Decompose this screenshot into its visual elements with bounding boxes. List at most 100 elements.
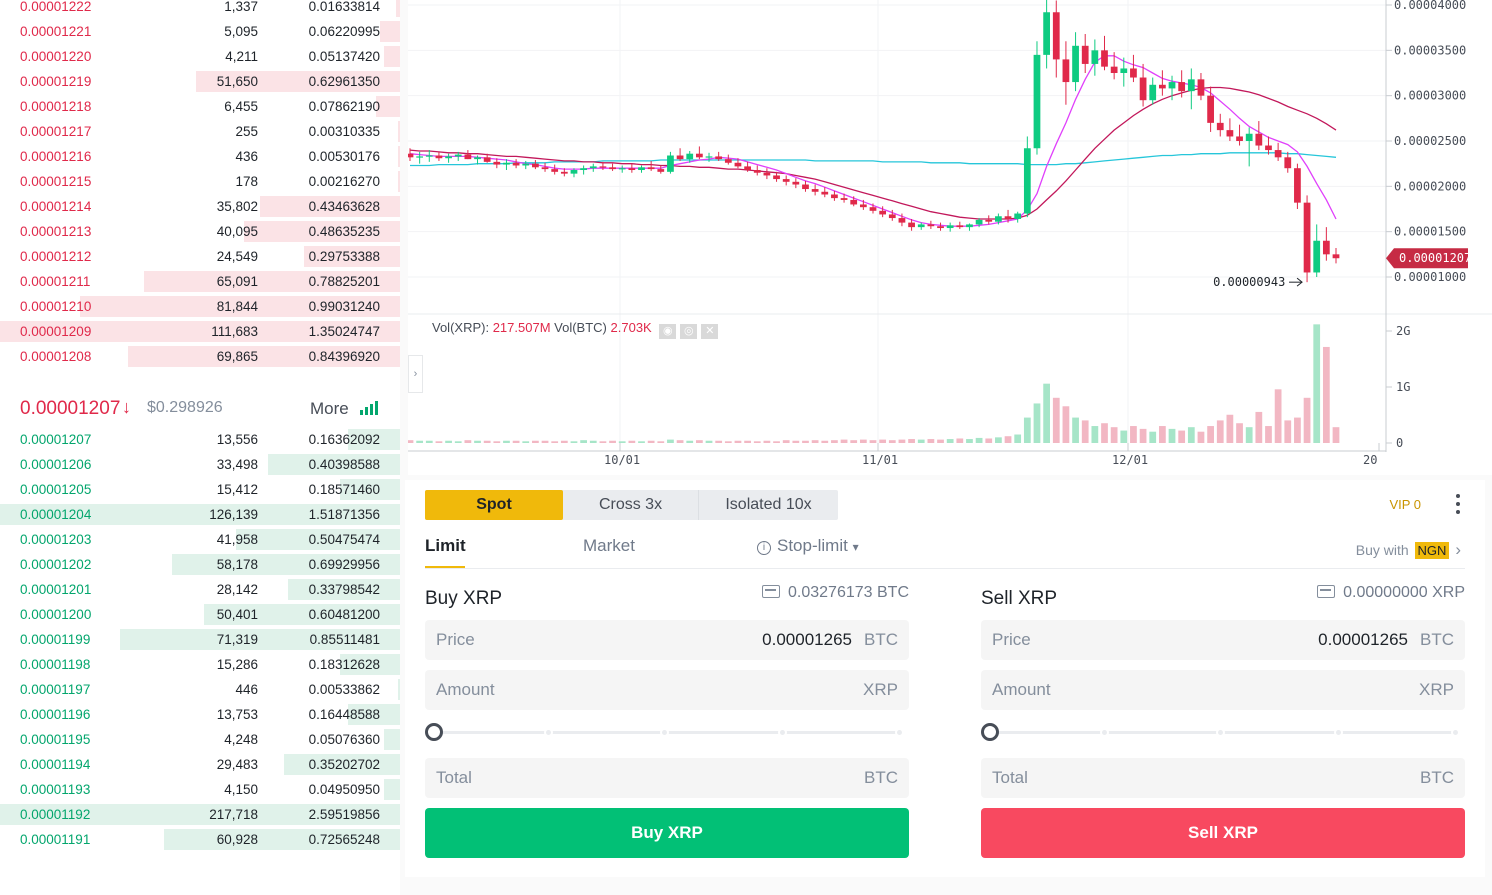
volume-bar bbox=[927, 439, 935, 443]
bid-row[interactable]: 0.00001202 58,178 0.69929956 bbox=[0, 552, 400, 577]
ask-row[interactable]: 0.00001214 35,802 0.43463628 bbox=[0, 194, 400, 219]
bid-row[interactable]: 0.00001195 4,248 0.05076360 bbox=[0, 727, 400, 752]
ask-price: 0.00001216 bbox=[20, 149, 92, 164]
bid-row[interactable]: 0.00001196 13,753 0.16448588 bbox=[0, 702, 400, 727]
ask-row[interactable]: 0.00001210 81,844 0.99031240 bbox=[0, 294, 400, 319]
slider-handle[interactable] bbox=[981, 723, 999, 741]
candle-body bbox=[580, 168, 588, 171]
slider-step[interactable] bbox=[544, 728, 553, 737]
eye-icon[interactable]: ◉ bbox=[659, 324, 677, 339]
volume-bar bbox=[522, 441, 530, 443]
volume-bar bbox=[1033, 403, 1041, 443]
candle-body bbox=[1072, 45, 1079, 83]
sell-button[interactable]: Sell XRP bbox=[981, 808, 1465, 858]
volume-bar bbox=[408, 440, 414, 443]
buy-amount-field[interactable]: Amount XRP bbox=[425, 670, 909, 710]
tab-spot[interactable]: Spot bbox=[425, 490, 563, 520]
ask-row[interactable]: 0.00001215 178 0.00216270 bbox=[0, 169, 400, 194]
volume-bar bbox=[773, 441, 780, 443]
bid-row[interactable]: 0.00001197 446 0.00533862 bbox=[0, 677, 400, 702]
ask-row[interactable]: 0.00001213 40,095 0.48635235 bbox=[0, 219, 400, 244]
bid-row[interactable]: 0.00001201 28,142 0.33798542 bbox=[0, 577, 400, 602]
price-tick-label: 0.00003000 bbox=[1394, 89, 1466, 103]
ask-row[interactable]: 0.00001216 436 0.00530176 bbox=[0, 144, 400, 169]
more-options-icon[interactable] bbox=[1455, 494, 1461, 516]
bid-row[interactable]: 0.00001191 60,928 0.72565248 bbox=[0, 827, 400, 852]
bid-row[interactable]: 0.00001200 50,401 0.60481200 bbox=[0, 602, 400, 627]
tab-stop-limit[interactable]: i Stop-limit ▾ bbox=[757, 536, 859, 556]
bid-row[interactable]: 0.00001206 33,498 0.40398588 bbox=[0, 452, 400, 477]
volume-bar bbox=[483, 440, 491, 443]
bid-row[interactable]: 0.00001207 13,556 0.16362092 bbox=[0, 427, 400, 452]
ask-amount: 81,844 bbox=[216, 299, 258, 314]
sell-balance-value: 0.00000000 XRP bbox=[1343, 584, 1465, 601]
bid-total: 0.33798542 bbox=[308, 582, 380, 597]
price-value[interactable]: 0.00001265 bbox=[762, 620, 852, 660]
ask-row[interactable]: 0.00001209 111,683 1.35024747 bbox=[0, 319, 400, 344]
ask-row[interactable]: 0.00001208 69,865 0.84396920 bbox=[0, 344, 400, 369]
depth-bar bbox=[384, 779, 400, 800]
slider-step[interactable] bbox=[1216, 728, 1225, 737]
volume-tick-label: 2G bbox=[1396, 324, 1410, 338]
buy-button[interactable]: Buy XRP bbox=[425, 808, 909, 858]
buy-with-link[interactable]: Buy with NGN › bbox=[1356, 540, 1461, 560]
buy-amount-slider[interactable] bbox=[425, 723, 909, 741]
bid-row[interactable]: 0.00001203 41,958 0.50475474 bbox=[0, 527, 400, 552]
candle-body bbox=[551, 169, 559, 172]
more-button[interactable]: More bbox=[310, 399, 349, 419]
slider-step[interactable] bbox=[1451, 728, 1460, 737]
ask-row[interactable]: 0.00001220 4,211 0.05137420 bbox=[0, 44, 400, 69]
depth-bars-icon[interactable] bbox=[360, 401, 382, 415]
bid-total: 0.85511481 bbox=[309, 632, 380, 647]
slider-step[interactable] bbox=[895, 728, 904, 737]
slider-step[interactable] bbox=[778, 728, 787, 737]
time-tick-label: 11/01 bbox=[862, 453, 898, 467]
slider-step[interactable] bbox=[1334, 728, 1343, 737]
ask-row[interactable]: 0.00001217 255 0.00310335 bbox=[0, 119, 400, 144]
sell-price-field[interactable]: Price 0.00001265 BTC bbox=[981, 620, 1465, 660]
ask-row[interactable]: 0.00001221 5,095 0.06220995 bbox=[0, 19, 400, 44]
buy-total-field[interactable]: Total BTC bbox=[425, 758, 909, 798]
buy-price-field[interactable]: Price 0.00001265 BTC bbox=[425, 620, 909, 660]
bid-row[interactable]: 0.00001192 217,718 2.59519856 bbox=[0, 802, 400, 827]
ask-row[interactable]: 0.00001211 65,091 0.78825201 bbox=[0, 269, 400, 294]
ask-row[interactable]: 0.00001218 6,455 0.07862190 bbox=[0, 94, 400, 119]
bid-amount: 13,753 bbox=[216, 707, 258, 722]
ask-row[interactable]: 0.00001222 1,337 0.01633814 bbox=[0, 0, 400, 19]
tab-market[interactable]: Market bbox=[583, 536, 635, 556]
vip-level[interactable]: VIP 0 bbox=[1389, 497, 1421, 512]
close-icon[interactable]: ✕ bbox=[701, 324, 719, 339]
tab-limit[interactable]: Limit bbox=[425, 536, 466, 556]
price-chart[interactable]: 0.00004000 0.00003500 0.00003000 0.00002500… bbox=[408, 0, 1492, 475]
tab-isolated[interactable]: Isolated 10x bbox=[698, 490, 838, 520]
amount-label: Amount bbox=[436, 680, 495, 699]
sell-amount-field[interactable]: Amount XRP bbox=[981, 670, 1465, 710]
total-label: Total bbox=[436, 768, 472, 787]
bid-row[interactable]: 0.00001199 71,319 0.85511481 bbox=[0, 627, 400, 652]
ma25-line bbox=[409, 86, 1337, 220]
sell-total-field[interactable]: Total BTC bbox=[981, 758, 1465, 798]
slider-step[interactable] bbox=[660, 728, 669, 737]
bid-row[interactable]: 0.00001193 4,150 0.04950950 bbox=[0, 777, 400, 802]
ask-row[interactable]: 0.00001212 24,549 0.29753388 bbox=[0, 244, 400, 269]
ask-row[interactable]: 0.00001219 51,650 0.62961350 bbox=[0, 69, 400, 94]
bid-row[interactable]: 0.00001205 15,412 0.18571460 bbox=[0, 477, 400, 502]
trade-panel: Spot Cross 3x Isolated 10x VIP 0 Limit M… bbox=[405, 480, 1485, 877]
volume-bar bbox=[532, 440, 539, 443]
bid-row[interactable]: 0.00001198 15,286 0.18312628 bbox=[0, 652, 400, 677]
bid-row[interactable]: 0.00001194 29,483 0.35202702 bbox=[0, 752, 400, 777]
tab-cross[interactable]: Cross 3x bbox=[563, 490, 698, 520]
bid-total: 0.72565248 bbox=[308, 832, 380, 847]
volume-bar bbox=[1294, 417, 1301, 443]
candlestick-chart-svg[interactable]: 0.00004000 0.00003500 0.00003000 0.00002500… bbox=[408, 0, 1492, 475]
slider-handle[interactable] bbox=[425, 723, 443, 741]
settings-icon[interactable]: ◎ bbox=[680, 324, 698, 339]
vol-btc-label: Vol(BTC) bbox=[554, 320, 607, 335]
price-value[interactable]: 0.00001265 bbox=[1318, 620, 1408, 660]
bid-row[interactable]: 0.00001204 126,139 1.51871356 bbox=[0, 502, 400, 527]
slider-step[interactable] bbox=[1100, 728, 1109, 737]
candle-body bbox=[724, 159, 732, 163]
chevron-right-icon[interactable]: › bbox=[408, 355, 423, 393]
candle-body bbox=[1178, 82, 1186, 92]
sell-amount-slider[interactable] bbox=[981, 723, 1465, 741]
